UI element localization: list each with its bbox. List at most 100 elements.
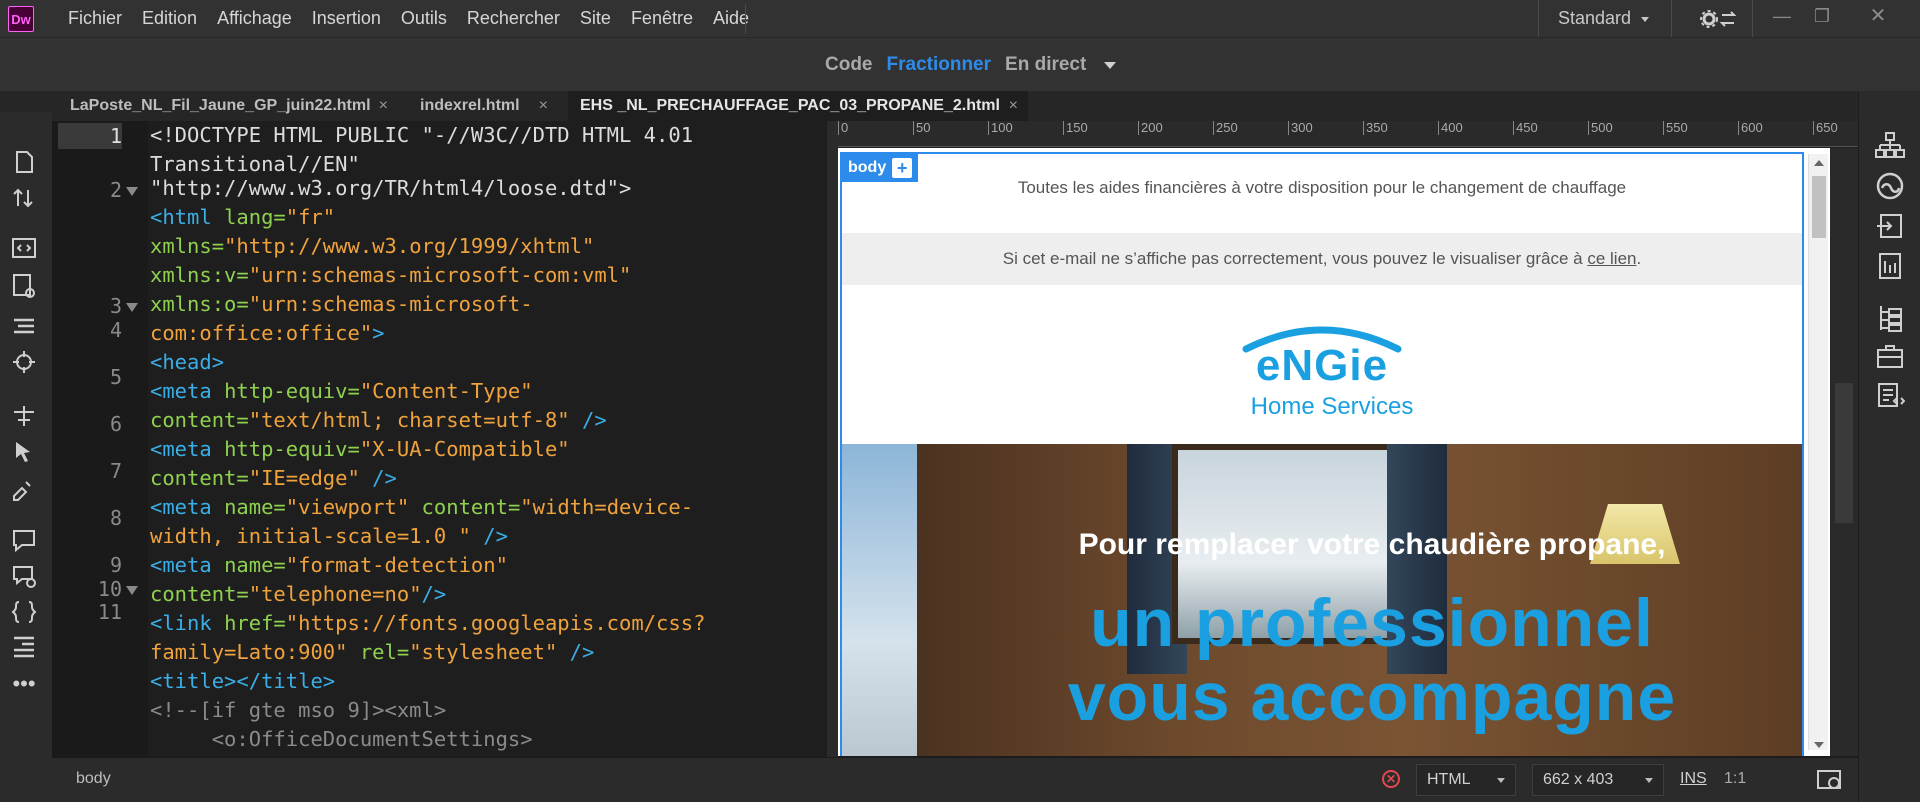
live-view-icon[interactable]: [10, 272, 38, 300]
menu-outils[interactable]: Outils: [391, 0, 457, 37]
target-inspect-icon[interactable]: [10, 348, 38, 376]
workspace-divider: [1538, 0, 1539, 37]
close-window-icon[interactable]: ✕: [1866, 4, 1890, 28]
window-divider: [1752, 0, 1753, 37]
ruler-tick: 100: [988, 121, 1013, 135]
more-tools-icon[interactable]: •••: [10, 673, 38, 702]
code-value: "fr": [285, 205, 336, 229]
document-type-select[interactable]: HTML: [1416, 764, 1516, 796]
view-online-text: Si cet e-mail ne s’affiche pas correctem…: [1002, 249, 1588, 268]
ruler-tick: 300: [1288, 121, 1313, 135]
creative-cloud-libraries-icon[interactable]: [1875, 171, 1905, 201]
tab-label: LaPoste_NL_Fil_Jaune_GP_juin22.html: [70, 97, 371, 114]
tag-selector[interactable]: body: [76, 758, 111, 800]
code-attr: xmlns=: [150, 234, 225, 258]
minimize-icon[interactable]: —: [1770, 4, 1794, 28]
code-line: <head>: [150, 348, 224, 377]
menu-affichage[interactable]: Affichage: [207, 0, 302, 37]
ruler-tick: 550: [1663, 121, 1688, 135]
dom-panel-icon[interactable]: [1875, 303, 1905, 333]
view-live-button[interactable]: En direct: [1005, 54, 1086, 76]
code-tag: />: [557, 640, 595, 664]
code-view-icon[interactable]: [10, 234, 38, 262]
code-value: "text/html; charset=utf-8": [248, 408, 570, 432]
email-page[interactable]: Toutes les aides financières à votre dis…: [840, 152, 1804, 756]
code-content: <html lang="fr" xmlns="http://www.w3.org…: [52, 121, 812, 757]
menu-edition[interactable]: Edition: [132, 0, 207, 37]
files-sitemap-icon[interactable]: [1875, 131, 1905, 161]
code-line: xmlns:v="urn:schemas-microsoft-com:vml": [150, 261, 631, 290]
panel-gutter: [1830, 148, 1858, 756]
menu-aide[interactable]: Aide: [703, 0, 759, 37]
document-type-value: HTML: [1427, 771, 1471, 788]
menu-insertion[interactable]: Insertion: [302, 0, 391, 37]
snippets-icon[interactable]: [1875, 381, 1905, 411]
insert-mode-toggle[interactable]: INS: [1680, 758, 1707, 800]
live-view-scroll-thumb[interactable]: [1812, 176, 1826, 238]
element-tag-badge[interactable]: body +: [842, 154, 919, 182]
code-line: <link href="https://fonts.googleapis.com…: [150, 609, 705, 638]
window-size-select[interactable]: 662 x 403: [1532, 764, 1664, 796]
sync-settings-icon[interactable]: [1700, 8, 1738, 30]
view-split-button[interactable]: Fractionner: [887, 54, 992, 76]
indent-icon[interactable]: [10, 632, 38, 660]
get-put-files-icon[interactable]: [10, 184, 38, 212]
code-attr: name=: [224, 495, 286, 519]
assets-icon[interactable]: [1875, 341, 1905, 371]
ruler-tick: 200: [1138, 121, 1163, 135]
insert-panel-icon[interactable]: [1875, 211, 1905, 241]
preview-device-icon[interactable]: [1816, 768, 1844, 792]
panel-resize-handle[interactable]: [1835, 383, 1853, 523]
code-value: "Content-Type": [359, 379, 533, 403]
close-tab-icon[interactable]: ×: [539, 91, 548, 121]
select-tag-icon[interactable]: [10, 438, 38, 466]
tab-laposte[interactable]: LaPoste_NL_Fil_Jaune_GP_juin22.html ×: [58, 91, 398, 121]
menu-fenetre[interactable]: Fenêtre: [621, 0, 703, 37]
wrap-tag-icon[interactable]: [10, 598, 38, 626]
code-attr: lang=: [224, 205, 286, 229]
scroll-up-icon[interactable]: [1814, 160, 1824, 166]
live-options-chevron-icon[interactable]: [1104, 61, 1117, 69]
document-tabs: LaPoste_NL_Fil_Jaune_GP_juin22.html × in…: [0, 91, 1920, 121]
chevron-down-icon: [1645, 778, 1653, 783]
hero-banner: Pour remplacer votre chaudière propane, …: [842, 444, 1802, 756]
code-tag: />: [359, 466, 397, 490]
close-tab-icon[interactable]: ×: [1009, 91, 1018, 121]
code-attr: content=: [409, 495, 521, 519]
tab-ehs-propane[interactable]: EHS _NL_PRECHAUFFAGE_PAC_03_PROPANE_2.ht…: [568, 91, 1028, 121]
code-attr: xmlns:v=: [150, 263, 249, 287]
scroll-down-icon[interactable]: [1814, 742, 1824, 748]
menu-site[interactable]: Site: [570, 0, 621, 37]
css-designer-icon[interactable]: [1875, 251, 1905, 281]
code-value: "width=device-: [520, 495, 694, 519]
expand-collapse-icon[interactable]: [10, 402, 38, 430]
tab-indexrel[interactable]: indexrel.html ×: [408, 91, 558, 121]
new-file-icon[interactable]: [10, 148, 38, 176]
code-line: content="text/html; charset=utf-8" />: [150, 406, 607, 435]
ruler-tick: 350: [1363, 121, 1388, 135]
error-status-icon[interactable]: ✕: [1382, 770, 1400, 788]
add-element-button[interactable]: +: [892, 158, 913, 178]
workspace-divider-right: [1671, 0, 1672, 37]
engie-logo: eNGie Home Services: [1222, 319, 1422, 429]
comment-icon[interactable]: [10, 526, 38, 554]
code-comment: <!--[if gte mso 9]><xml>: [150, 698, 447, 722]
workspace-switcher[interactable]: Standard: [1558, 0, 1650, 37]
engie-wordmark: eNGie: [1255, 341, 1389, 390]
close-tab-icon[interactable]: ×: [379, 91, 388, 121]
split-divider[interactable]: [827, 121, 838, 757]
menu-fichier[interactable]: Fichier: [58, 0, 132, 37]
live-view-scrollbar[interactable]: [1808, 154, 1828, 750]
menu-rechercher[interactable]: Rechercher: [457, 0, 570, 37]
code-attr: rel=: [347, 640, 410, 664]
live-view[interactable]: Toutes les aides financières à votre dis…: [838, 148, 1858, 756]
view-code-button[interactable]: Code: [825, 54, 873, 76]
code-line: <html lang="fr": [150, 203, 335, 232]
apply-comment-icon[interactable]: [10, 474, 38, 502]
restore-icon[interactable]: ❐: [1810, 4, 1834, 28]
format-source-icon[interactable]: [10, 312, 38, 340]
remove-comment-icon[interactable]: [10, 562, 38, 590]
code-line: <meta http-equiv="X-UA-Compatible": [150, 435, 570, 464]
dreamweaver-logo: Dw: [8, 6, 34, 32]
view-online-link[interactable]: ce lien: [1587, 249, 1636, 268]
